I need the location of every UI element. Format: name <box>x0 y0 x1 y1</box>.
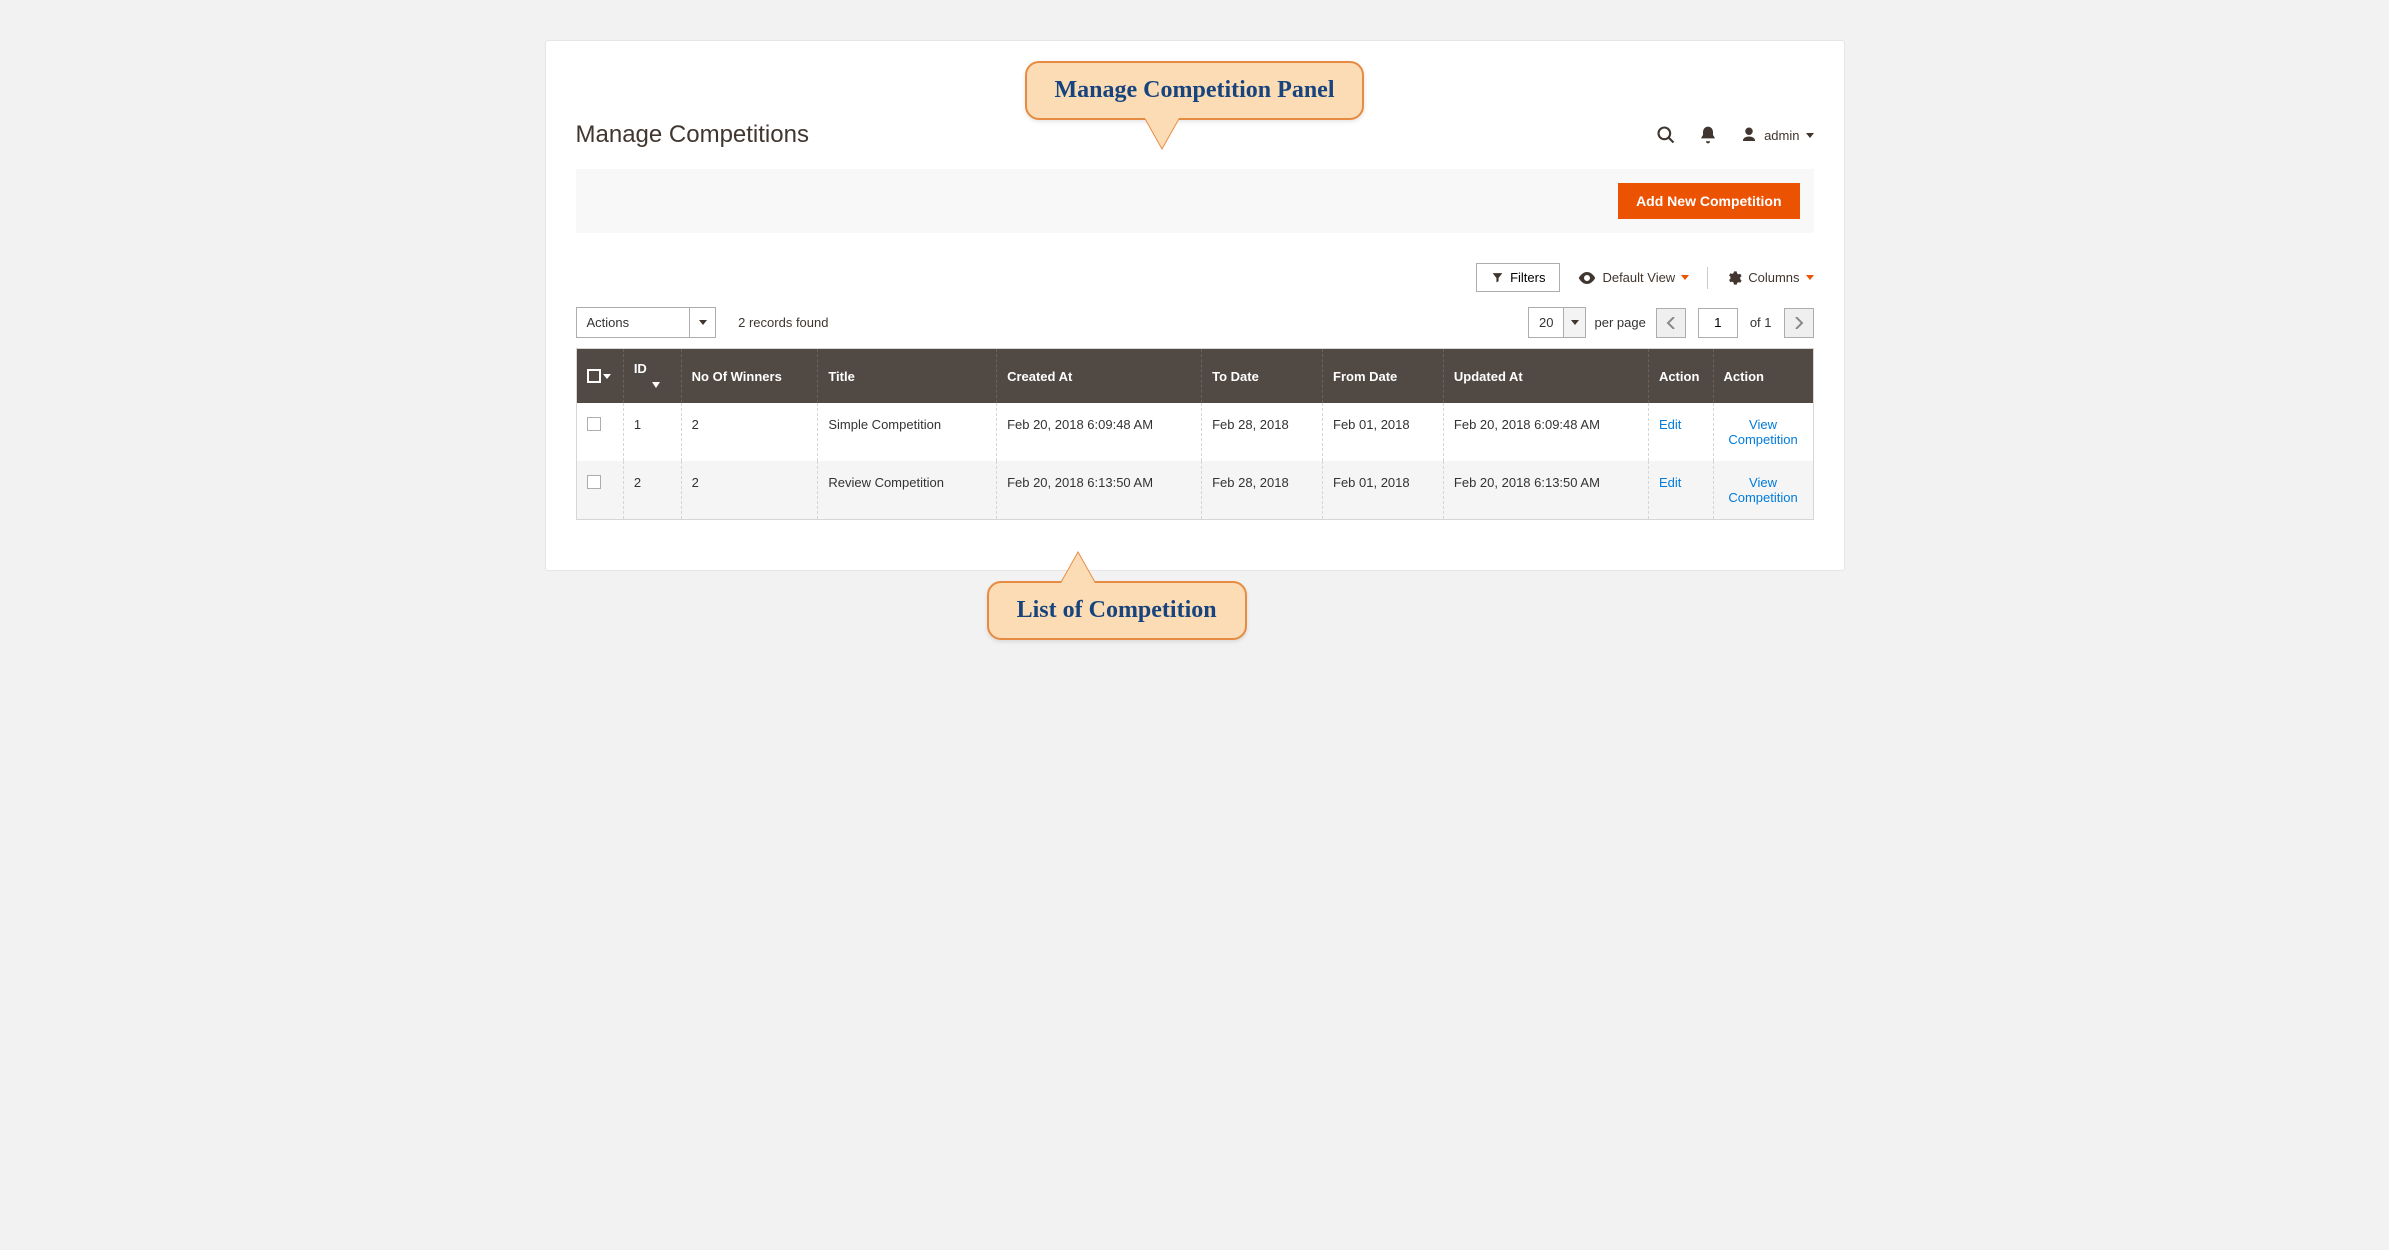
view-competition-link[interactable]: View Competition <box>1724 475 1803 505</box>
toolbar-right: 20 per page of 1 <box>1528 307 1813 338</box>
header-winners[interactable]: No Of Winners <box>681 349 818 404</box>
cell-from-date: Feb 01, 2018 <box>1323 403 1444 461</box>
page-of-label: of 1 <box>1750 315 1772 330</box>
chevron-down-icon <box>1681 275 1689 280</box>
header-created[interactable]: Created At <box>997 349 1202 404</box>
eye-icon <box>1578 271 1596 285</box>
grid-toolbar: Filters Default View Columns <box>576 263 1814 292</box>
cell-winners: 2 <box>681 461 818 520</box>
header-from-date[interactable]: From Date <box>1323 349 1444 404</box>
cell-title: Review Competition <box>818 461 997 520</box>
admin-panel: Manage Competition Panel Manage Competit… <box>545 40 1845 571</box>
add-new-competition-button[interactable]: Add New Competition <box>1618 183 1799 219</box>
chevron-down-icon <box>1806 133 1814 138</box>
gear-icon <box>1726 270 1742 286</box>
edit-link[interactable]: Edit <box>1659 475 1681 490</box>
default-view-dropdown[interactable]: Default View <box>1578 270 1689 285</box>
user-label: admin <box>1764 128 1799 143</box>
chevron-down-icon <box>689 308 715 337</box>
records-found-label: 2 records found <box>738 315 828 330</box>
cell-winners: 2 <box>681 403 818 461</box>
per-page-value: 20 <box>1529 308 1563 337</box>
sort-arrow-icon <box>652 382 660 388</box>
grid-toolbar-2: Actions 2 records found 20 per page of 1 <box>576 307 1814 338</box>
cell-to-date: Feb 28, 2018 <box>1202 461 1323 520</box>
header-action-edit: Action <box>1648 349 1713 404</box>
callout-bottom: List of Competition <box>987 581 1247 640</box>
filters-label: Filters <box>1510 270 1545 285</box>
header-to-date[interactable]: To Date <box>1202 349 1323 404</box>
header-icons: admin <box>1656 125 1813 145</box>
page-title: Manage Competitions <box>576 121 809 149</box>
columns-dropdown[interactable]: Columns <box>1726 270 1813 286</box>
next-page-button[interactable] <box>1784 308 1814 338</box>
view-competition-link[interactable]: View Competition <box>1724 417 1803 447</box>
cell-created: Feb 20, 2018 6:09:48 AM <box>997 403 1202 461</box>
chevron-left-icon <box>1666 317 1676 329</box>
chevron-down-icon <box>1563 308 1585 337</box>
default-view-label: Default View <box>1602 270 1675 285</box>
row-checkbox[interactable] <box>587 475 601 489</box>
cell-from-date: Feb 01, 2018 <box>1323 461 1444 520</box>
per-page-label: per page <box>1594 315 1645 330</box>
page-input[interactable] <box>1698 308 1738 338</box>
competitions-table: ID No Of Winners Title Created At To Dat… <box>576 348 1814 520</box>
bulk-actions-label: Actions <box>577 308 690 337</box>
edit-link[interactable]: Edit <box>1659 417 1681 432</box>
table-header-row: ID No Of Winners Title Created At To Dat… <box>576 349 1813 404</box>
action-bar: Add New Competition <box>576 169 1814 233</box>
bell-icon[interactable] <box>1698 125 1718 145</box>
cell-updated: Feb 20, 2018 6:09:48 AM <box>1443 403 1648 461</box>
prev-page-button[interactable] <box>1656 308 1686 338</box>
table-row: 2 2 Review Competition Feb 20, 2018 6:13… <box>576 461 1813 520</box>
chevron-right-icon <box>1794 317 1804 329</box>
user-menu[interactable]: admin <box>1740 126 1813 144</box>
header-updated[interactable]: Updated At <box>1443 349 1648 404</box>
search-icon[interactable] <box>1656 125 1676 145</box>
row-checkbox[interactable] <box>587 417 601 431</box>
header-title[interactable]: Title <box>818 349 997 404</box>
header-action-view: Action <box>1713 349 1813 404</box>
pager: of 1 <box>1656 308 1814 338</box>
header-checkbox[interactable] <box>576 349 623 404</box>
per-page-select[interactable]: 20 <box>1528 307 1586 338</box>
cell-title: Simple Competition <box>818 403 997 461</box>
header-id[interactable]: ID <box>623 349 681 404</box>
filters-button[interactable]: Filters <box>1476 263 1560 292</box>
page-header: Manage Competitions admin <box>576 121 1814 149</box>
separator <box>1707 267 1708 289</box>
user-icon <box>1740 126 1758 144</box>
toolbar-left: Actions 2 records found <box>576 307 829 338</box>
cell-id: 2 <box>623 461 681 520</box>
bulk-actions-select[interactable]: Actions <box>576 307 717 338</box>
cell-updated: Feb 20, 2018 6:13:50 AM <box>1443 461 1648 520</box>
cell-to-date: Feb 28, 2018 <box>1202 403 1323 461</box>
per-page-control: 20 per page <box>1528 307 1646 338</box>
cell-id: 1 <box>623 403 681 461</box>
callout-top: Manage Competition Panel <box>1025 61 1365 120</box>
columns-label: Columns <box>1748 270 1799 285</box>
chevron-down-icon <box>1806 275 1814 280</box>
funnel-icon <box>1491 271 1504 284</box>
table-row: 1 2 Simple Competition Feb 20, 2018 6:09… <box>576 403 1813 461</box>
cell-created: Feb 20, 2018 6:13:50 AM <box>997 461 1202 520</box>
